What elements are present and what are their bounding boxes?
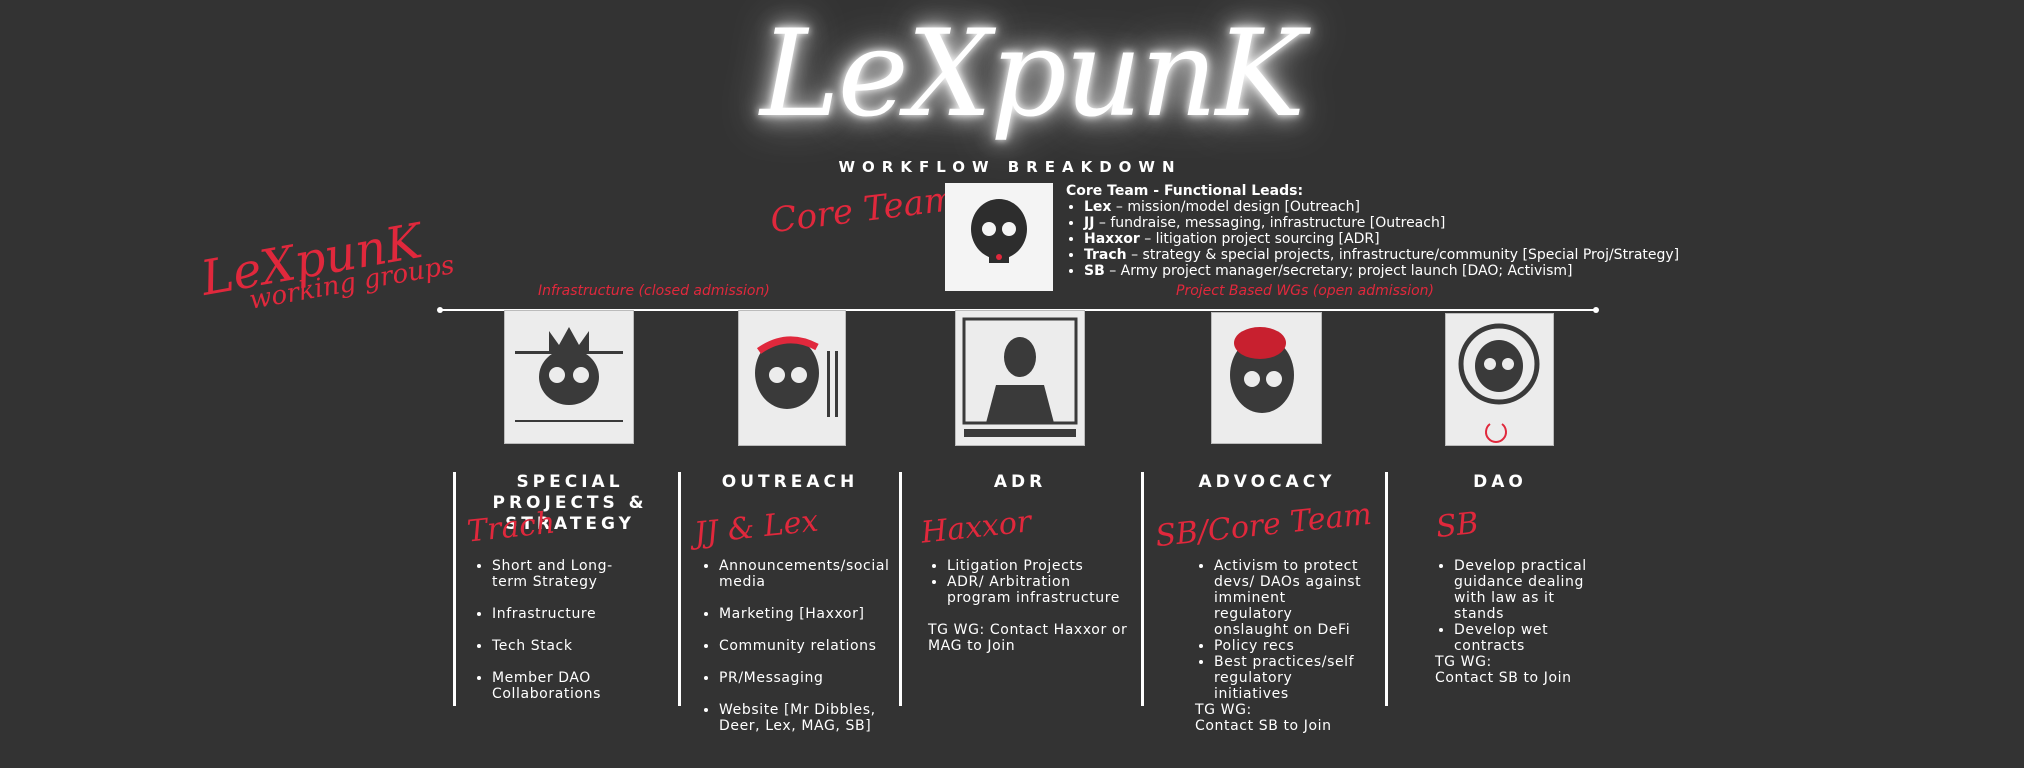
- dao-join-label: TG WG:: [1435, 654, 1492, 670]
- column-divider: [1385, 472, 1388, 706]
- outreach-team-image: [738, 310, 846, 446]
- lexpunk-logo: LeXpunK: [760, 5, 1305, 144]
- list-item: Infrastructure: [492, 606, 622, 622]
- core-lead-desc: – litigation project sourcing [ADR]: [1139, 231, 1380, 247]
- timeline-end-dot: [1593, 307, 1599, 313]
- red-brain-skull-icon: [1230, 327, 1294, 413]
- core-team-script-label: Core Team: [768, 178, 959, 242]
- closed-admission-label: Infrastructure (closed admission): [538, 283, 770, 299]
- list-item: Member DAO Collaborations: [492, 670, 622, 702]
- list-item: Develop practical guidance dealing with …: [1454, 558, 1609, 622]
- adr-list: Litigation Projects ADR/ Arbitration pro…: [927, 558, 1122, 606]
- outreach-list: Announcements/social media Marketing [Ha…: [699, 558, 889, 750]
- adr-title: ADR: [993, 472, 1047, 492]
- core-team-leads-box: Core Team - Functional Leads: Lex – miss…: [1066, 183, 1679, 279]
- column-divider: [453, 472, 456, 706]
- list-item: Policy recs: [1214, 638, 1364, 654]
- core-lead-desc: – strategy & special projects, infrastru…: [1126, 247, 1680, 263]
- dao-title: DAO: [1473, 472, 1527, 492]
- dao-team-image: [1445, 313, 1554, 446]
- core-lead-name: Haxxor: [1084, 231, 1140, 247]
- list-item: Best practices/self regulatory initiativ…: [1214, 654, 1364, 702]
- special-projects-team-image: [504, 310, 634, 444]
- core-lead-desc: – mission/model design [Outreach]: [1111, 199, 1360, 215]
- column-divider: [899, 472, 902, 706]
- adr-join-note: TG WG: Contact Haxxor or MAG to Join: [928, 622, 1128, 654]
- list-item: Website [Mr Dibbles, Deer, Lex, MAG, SB]: [719, 702, 884, 734]
- core-team-skull-image: [945, 183, 1053, 291]
- timeline-start-dot: [437, 307, 443, 313]
- column-divider: [678, 472, 681, 706]
- core-lead-item: Haxxor – litigation project sourcing [AD…: [1084, 231, 1679, 247]
- advocacy-team-image: [1211, 312, 1322, 444]
- advocacy-title: ADVOCACY: [1198, 472, 1336, 492]
- core-lead-desc: – fundraise, messaging, infrastructure […: [1094, 215, 1446, 231]
- list-item: Announcements/social media: [719, 558, 889, 590]
- advocacy-join-label: TG WG:: [1195, 702, 1252, 718]
- core-lead-name: Lex: [1084, 199, 1112, 215]
- core-lead-item: SB – Army project manager/secretary; pro…: [1084, 263, 1679, 279]
- adr-lead: Haxxor: [919, 504, 1033, 551]
- list-item: Marketing [Haxxor]: [719, 606, 884, 622]
- core-team-leads-list: Lex – mission/model design [Outreach] JJ…: [1066, 199, 1679, 279]
- core-lead-name: SB: [1084, 263, 1105, 279]
- core-lead-item: Lex – mission/model design [Outreach]: [1084, 199, 1679, 215]
- dao-lead: SB: [1434, 505, 1481, 546]
- core-lead-desc: – Army project manager/secretary; projec…: [1104, 263, 1573, 279]
- dao-join-note: Contact SB to Join: [1435, 670, 1572, 686]
- suited-figure-icon: [962, 317, 1078, 437]
- adr-team-image: [955, 310, 1085, 446]
- list-item: PR/Messaging: [719, 670, 884, 686]
- list-item: Activism to protect devs/ DAOs against i…: [1214, 558, 1364, 638]
- special-projects-list: Short and Long-term Strategy Infrastruct…: [472, 558, 622, 718]
- skull-icon: [971, 199, 1027, 263]
- crowned-skull-icon: [515, 327, 623, 422]
- page-subtitle: WORKFLOW BREAKDOWN: [838, 158, 1182, 176]
- core-lead-name: Trach: [1084, 247, 1127, 263]
- open-admission-label: Project Based WGs (open admission): [1176, 283, 1434, 299]
- core-lead-name: JJ: [1084, 215, 1095, 231]
- astronaut-skull-icon: [1458, 323, 1540, 443]
- list-item: ADR/ Arbitration program infrastructure: [947, 574, 1122, 606]
- column-divider: [1141, 472, 1144, 706]
- dao-list: Develop practical guidance dealing with …: [1434, 558, 1609, 654]
- outreach-lead: JJ & Lex: [692, 503, 820, 552]
- list-item: Short and Long-term Strategy: [492, 558, 622, 590]
- advocacy-lead: SB/Core Team: [1153, 496, 1374, 555]
- core-lead-item: JJ – fundraise, messaging, infrastructur…: [1084, 215, 1679, 231]
- brain-skull-icon: [755, 336, 838, 417]
- list-item: Tech Stack: [492, 638, 622, 654]
- list-item: Litigation Projects: [947, 558, 1122, 574]
- advocacy-list: Activism to protect devs/ DAOs against i…: [1194, 558, 1364, 702]
- advocacy-join-note: Contact SB to Join: [1195, 718, 1332, 734]
- list-item: Community relations: [719, 638, 884, 654]
- list-item: Develop wet contracts: [1454, 622, 1609, 654]
- outreach-title: OUTREACH: [721, 472, 859, 492]
- core-lead-item: Trach – strategy & special projects, inf…: [1084, 247, 1679, 263]
- core-team-heading: Core Team - Functional Leads:: [1066, 183, 1304, 199]
